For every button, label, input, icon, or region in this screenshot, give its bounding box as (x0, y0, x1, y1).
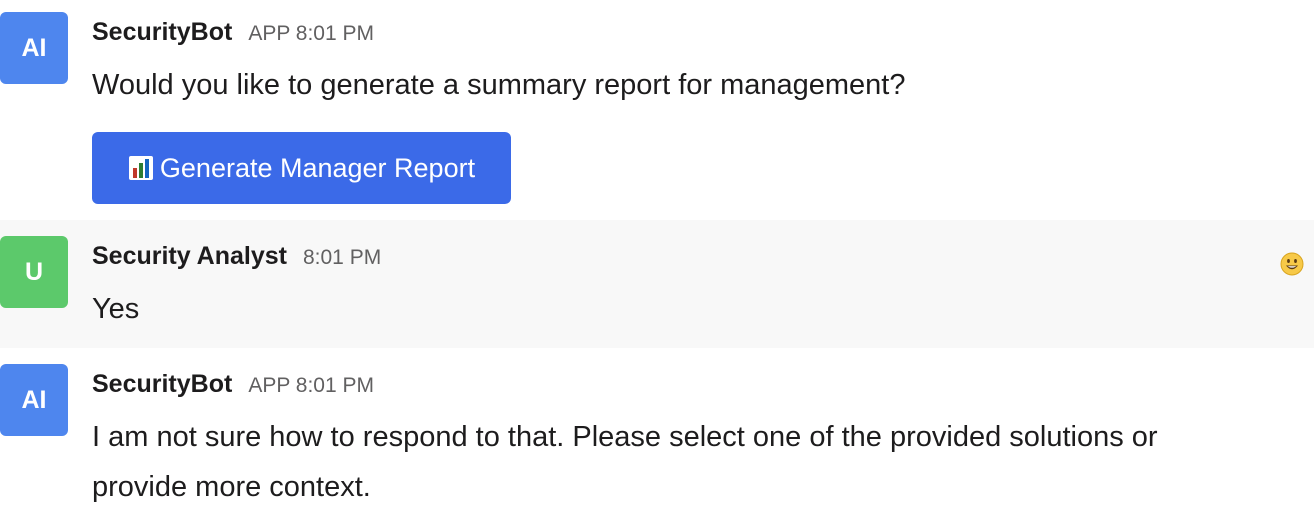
message-text: I am not sure how to respond to that. Pl… (92, 412, 1292, 512)
message-timestamp[interactable]: APP 8:01 PM (248, 22, 374, 46)
message-header: SecurityBot APP 8:01 PM (92, 370, 374, 400)
avatar[interactable]: AI (0, 364, 68, 436)
message-timestamp[interactable]: APP 8:01 PM (248, 374, 374, 398)
sender-name[interactable]: Security Analyst (92, 242, 287, 271)
message-header: Security Analyst 8:01 PM (92, 242, 381, 272)
avatar[interactable]: U (0, 236, 68, 308)
sender-name[interactable]: SecurityBot (92, 370, 232, 399)
message-text: Yes (92, 293, 140, 325)
message-securitybot-1: AI SecurityBot APP 8:01 PM Would you lik… (0, 0, 1314, 220)
message-securitybot-2: AI SecurityBot APP 8:01 PM I am not sure… (0, 348, 1314, 508)
message-text-line: provide more context. (92, 471, 371, 503)
message-security-analyst: U Security Analyst 8:01 PM Yes (0, 220, 1314, 348)
button-label: Generate Manager Report (159, 152, 476, 183)
add-reaction-emoji-icon[interactable] (1280, 252, 1304, 276)
message-header: SecurityBot APP 8:01 PM (92, 18, 374, 48)
bar-chart-icon (128, 155, 154, 181)
generate-manager-report-button[interactable]: Generate Manager Report (92, 132, 511, 204)
message-text: Would you like to generate a summary rep… (92, 69, 906, 101)
message-timestamp[interactable]: 8:01 PM (303, 246, 381, 270)
avatar[interactable]: AI (0, 12, 68, 84)
sender-name[interactable]: SecurityBot (92, 18, 232, 47)
message-text-line: I am not sure how to respond to that. Pl… (92, 421, 1158, 453)
